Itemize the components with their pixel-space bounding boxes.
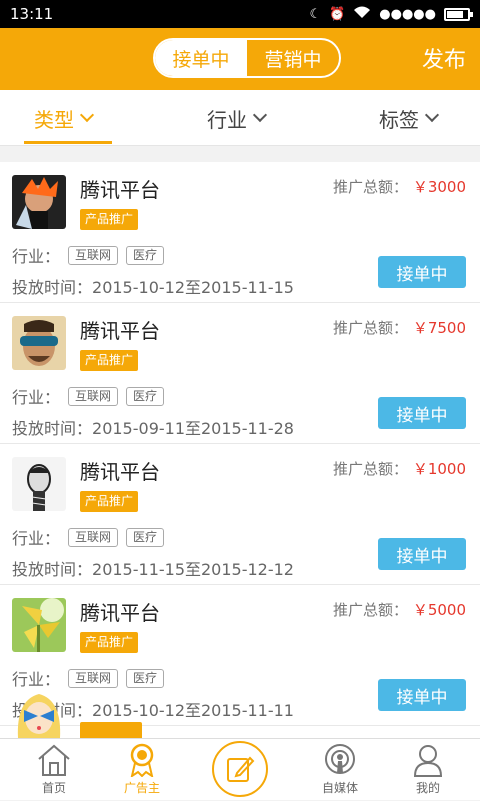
amount-value: ￥3000 <box>412 178 466 196</box>
pinwheel-avatar <box>12 598 66 652</box>
wifi-icon <box>353 5 371 23</box>
nav-advertiser[interactable]: 广告主 <box>94 739 190 801</box>
industry-label: 行业： <box>12 388 61 407</box>
signal-dots: ●●●●● <box>379 6 436 22</box>
podcast-icon <box>325 744 355 774</box>
industry-label: 行业： <box>12 247 61 266</box>
card-title: 腾讯平台 <box>80 319 160 343</box>
date-row: 投放时间：2015-11-15至2015-12-12 <box>12 556 294 580</box>
filter-bar: 类型 行业 标签 <box>0 90 480 146</box>
date-range: 2015-11-15至2015-12-12 <box>92 560 294 579</box>
filter-type-label: 类型 <box>34 107 74 132</box>
nav-mine-label: 我的 <box>415 781 440 795</box>
chevron-down-icon <box>252 107 268 123</box>
card-title: 腾讯平台 <box>80 601 160 625</box>
amount-value: ￥1000 <box>412 460 466 478</box>
industry-tag: 互联网 <box>68 527 119 547</box>
nav-self-media[interactable]: 自媒体 <box>292 739 388 801</box>
filter-industry[interactable]: 行业 <box>207 90 268 146</box>
take-order-button[interactable]: 接单中 <box>378 679 466 711</box>
tab-taking-orders[interactable]: 接单中 <box>155 40 247 76</box>
list-item[interactable]: 腾讯平台 产品推广 推广总额： ￥3000 行业： 互联网 医疗 投放时间：20… <box>0 162 480 303</box>
list-item[interactable]: 腾讯平台 产品推广 推广总额： ￥1000 行业： 互联网 医疗 投放时间：20… <box>0 444 480 585</box>
amount-value: ￥5000 <box>412 601 466 619</box>
filter-tags-label: 标签 <box>379 107 419 132</box>
anime-avatar <box>12 175 66 229</box>
home-icon <box>38 744 70 776</box>
nav-mine[interactable]: 我的 <box>380 739 476 801</box>
chevron-down-icon <box>79 107 95 123</box>
amount-value: ￥7500 <box>412 319 466 337</box>
date-label: 投放时间： <box>12 278 93 297</box>
industry-tag: 医疗 <box>126 527 165 547</box>
status-time: 13:11 <box>10 5 54 23</box>
filter-tags[interactable]: 标签 <box>379 90 440 146</box>
take-order-button[interactable]: 接单中 <box>378 538 466 570</box>
active-filter-indicator <box>24 141 112 144</box>
card-title: 腾讯平台 <box>80 178 160 202</box>
take-order-button[interactable]: 接单中 <box>378 256 466 288</box>
status-bar: 13:11 ☾ ⏰ ●●●●● <box>0 0 480 28</box>
amount-label: 推广总额： <box>333 460 409 478</box>
card-title: 腾讯平台 <box>80 460 160 484</box>
partial-avatar <box>12 690 66 738</box>
industry-row: 行业： 互联网 医疗 <box>12 666 165 690</box>
industry-tag: 医疗 <box>126 245 165 265</box>
tab-marketing[interactable]: 营销中 <box>247 40 339 76</box>
industry-row: 行业： 互联网 医疗 <box>12 525 165 549</box>
filter-type[interactable]: 类型 <box>34 90 95 146</box>
sketch-avatar <box>12 457 66 511</box>
industry-tag: 互联网 <box>68 245 119 265</box>
industry-tag: 医疗 <box>126 386 165 406</box>
nav-self-media-label: 自媒体 <box>321 781 358 795</box>
publish-button[interactable]: 发布 <box>422 42 466 74</box>
amount-label: 推广总额： <box>333 178 409 196</box>
category-tag: 产品推广 <box>80 491 139 512</box>
category-tag: 产品推广 <box>80 350 139 371</box>
medal-icon <box>130 743 154 777</box>
industry-row: 行业： 互联网 医疗 <box>12 243 165 267</box>
industry-label: 行业： <box>12 529 61 548</box>
date-label: 投放时间： <box>12 560 93 579</box>
app-header: 接单中 营销中 发布 <box>0 28 480 90</box>
industry-tag: 互联网 <box>68 668 119 688</box>
category-tag: 产品推广 <box>80 632 139 653</box>
filter-industry-label: 行业 <box>207 107 247 132</box>
moon-icon: ☾ <box>309 6 322 22</box>
alarm-icon: ⏰ <box>329 6 346 22</box>
date-row: 投放时间：2015-10-12至2015-11-15 <box>12 274 294 298</box>
date-row: 投放时间：2015-09-11至2015-11-28 <box>12 415 294 439</box>
take-order-button[interactable]: 接单中 <box>378 397 466 429</box>
mode-toggle: 接单中 营销中 <box>153 38 341 78</box>
date-range: 2015-09-11至2015-11-28 <box>92 419 294 438</box>
user-icon <box>413 745 443 777</box>
industry-tag: 医疗 <box>126 668 165 688</box>
industry-row: 行业： 互联网 医疗 <box>12 384 165 408</box>
date-range: 2015-10-12至2015-11-15 <box>92 278 294 297</box>
edit-icon <box>227 756 255 782</box>
chevron-down-icon <box>424 107 440 123</box>
list-item[interactable]: 腾讯平台 产品推广 推广总额： ￥7500 行业： 互联网 医疗 投放时间：20… <box>0 303 480 444</box>
publish-center-button[interactable] <box>212 741 268 797</box>
date-label: 投放时间： <box>12 419 93 438</box>
category-tag: 产品推广 <box>80 209 139 230</box>
nav-home[interactable]: 首页 <box>6 739 102 801</box>
nav-advertiser-label: 广告主 <box>123 781 160 795</box>
nav-home-label: 首页 <box>41 781 66 795</box>
ad-list[interactable]: 腾讯平台 产品推广 推广总额： ￥3000 行业： 互联网 医疗 投放时间：20… <box>0 162 480 738</box>
battery-icon <box>444 7 473 21</box>
status-icons: ☾ ⏰ ●●●●● <box>309 5 473 23</box>
sunglasses-avatar <box>12 316 66 370</box>
industry-tag: 互联网 <box>68 386 119 406</box>
date-range: 2015-10-12至2015-11-11 <box>92 701 294 720</box>
list-item[interactable]: 腾讯平台 产品推广 推广总额： ￥5000 行业： 互联网 医疗 投放时间：20… <box>0 585 480 726</box>
amount-label: 推广总额： <box>333 319 409 337</box>
industry-label: 行业： <box>12 670 61 689</box>
amount-label: 推广总额： <box>333 601 409 619</box>
